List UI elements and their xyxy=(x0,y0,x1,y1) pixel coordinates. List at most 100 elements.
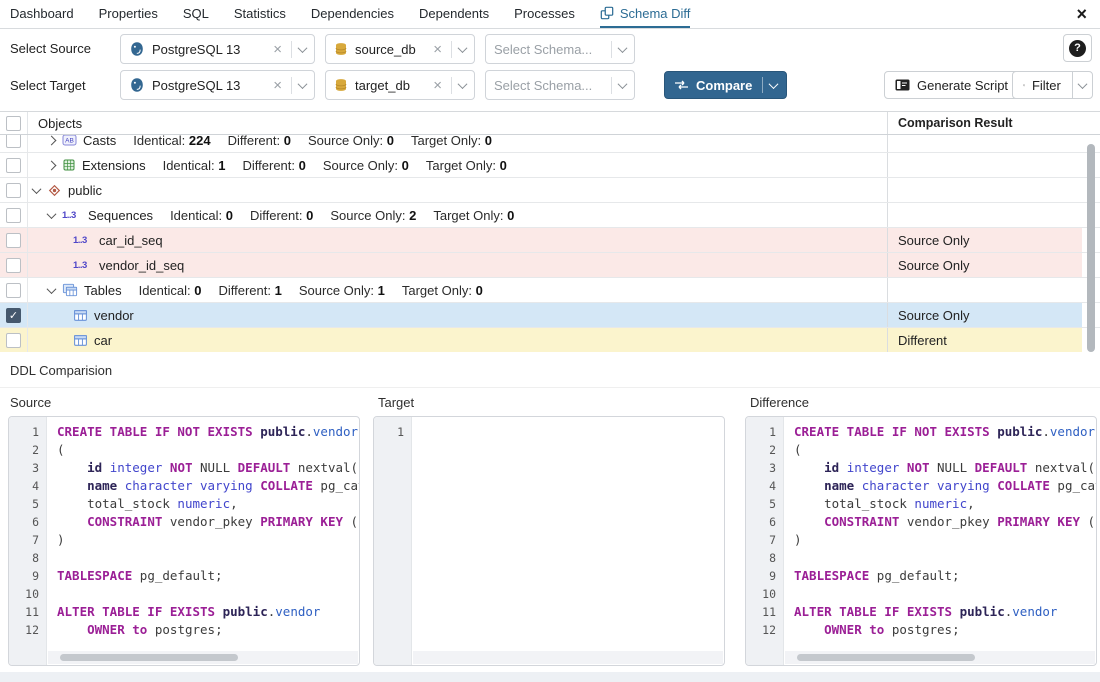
schema-diff-panel: Dashboard Properties SQL Statistics Depe… xyxy=(0,0,1100,682)
source-database-select[interactable]: source_db × xyxy=(325,34,475,64)
table-icon xyxy=(73,333,88,348)
count-sourceonly: Source Only: 0 xyxy=(323,158,409,173)
select-all-checkbox[interactable] xyxy=(6,116,21,131)
target-database-select[interactable]: target_db × xyxy=(325,70,475,100)
target-schema-select[interactable]: Select Schema... xyxy=(485,70,635,100)
schema-diff-icon xyxy=(600,6,614,20)
filter-button[interactable]: Filter xyxy=(1012,71,1093,99)
database-icon xyxy=(334,42,348,56)
count-sourceonly: Source Only: 2 xyxy=(330,208,416,223)
chevron-down-icon[interactable] xyxy=(458,79,468,89)
source-server-select[interactable]: PostgreSQL 13 × xyxy=(120,34,315,64)
clear-icon[interactable]: × xyxy=(273,78,282,93)
postgresql-icon xyxy=(129,41,145,57)
sequence-icon: 1..3 xyxy=(73,235,93,246)
objects-row-car[interactable]: car Different xyxy=(0,328,1100,352)
chevron-down-icon[interactable] xyxy=(47,284,57,294)
clear-icon[interactable]: × xyxy=(433,78,442,93)
chevron-down-icon[interactable] xyxy=(298,43,308,53)
row-checkbox[interactable] xyxy=(6,183,21,198)
source-schema-placeholder: Select Schema... xyxy=(494,42,604,57)
sequence-icon: 1..3 xyxy=(62,210,82,221)
objects-row-vendor_id_seq[interactable]: 1..3vendor_id_seq Source Only xyxy=(0,253,1100,278)
help-button[interactable]: ? xyxy=(1063,34,1092,62)
comparison-result-cell: Source Only xyxy=(888,253,1082,277)
chevron-down-icon[interactable] xyxy=(32,184,42,194)
row-checkbox[interactable] xyxy=(6,135,21,148)
ddl-comparison-title: DDL Comparision xyxy=(0,352,1100,388)
objects-row-Tables[interactable]: TablesIdentical: 0Different: 1Source Onl… xyxy=(0,278,1100,303)
object-label: car_id_seq xyxy=(99,233,163,248)
clear-icon[interactable]: × xyxy=(433,42,442,57)
comparison-result-cell xyxy=(888,153,1082,177)
source-database-value: source_db xyxy=(355,42,431,57)
horizontal-scrollbar-track xyxy=(413,651,723,664)
sql-code[interactable]: CREATE TABLE IF NOT EXISTS public.vendor… xyxy=(48,417,359,647)
compare-button[interactable]: Compare xyxy=(664,71,787,99)
sql-code[interactable]: CREATE TABLE IF NOT EXISTS public.vendor… xyxy=(785,417,1096,647)
comparison-result-column-header: Comparison Result xyxy=(888,116,1082,130)
filter-icon xyxy=(1023,79,1025,92)
divider xyxy=(451,77,452,94)
target-server-value: PostgreSQL 13 xyxy=(152,78,271,93)
extension-icon xyxy=(62,158,76,172)
chevron-down-icon[interactable] xyxy=(1078,79,1088,89)
chevron-down-icon[interactable] xyxy=(458,43,468,53)
chevron-down-icon[interactable] xyxy=(618,43,628,53)
tab-dependents[interactable]: Dependents xyxy=(419,0,489,28)
object-label: Extensions xyxy=(82,158,146,173)
source-schema-select[interactable]: Select Schema... xyxy=(485,34,635,64)
comparison-result-cell: Source Only xyxy=(888,228,1082,252)
vertical-scrollbar[interactable] xyxy=(1087,144,1095,352)
tab-properties[interactable]: Properties xyxy=(99,0,158,28)
objects-row-Sequences[interactable]: 1..3SequencesIdentical: 0Different: 0Sou… xyxy=(0,203,1100,228)
tab-dependencies[interactable]: Dependencies xyxy=(311,0,394,28)
row-checkbox[interactable] xyxy=(6,283,21,298)
casts-icon: AB xyxy=(62,135,77,147)
count-targetonly: Target Only: 0 xyxy=(402,283,483,298)
chevron-down-icon[interactable] xyxy=(769,79,779,89)
sequence-icon: 1..3 xyxy=(73,260,93,271)
objects-row-Extensions[interactable]: ExtensionsIdentical: 1Different: 0Source… xyxy=(0,153,1100,178)
target-database-value: target_db xyxy=(355,78,431,93)
comparison-grid: Objects Comparison Result ABCastsIdentic… xyxy=(0,111,1100,352)
tab-processes[interactable]: Processes xyxy=(514,0,575,28)
horizontal-scrollbar[interactable] xyxy=(60,654,238,661)
row-checkbox[interactable] xyxy=(6,233,21,248)
count-sourceonly: Source Only: 1 xyxy=(299,283,385,298)
target-server-select[interactable]: PostgreSQL 13 × xyxy=(120,70,315,100)
objects-row-car_id_seq[interactable]: 1..3 car_id_seq Source Only xyxy=(0,228,1100,253)
count-targetonly: Target Only: 0 xyxy=(433,208,514,223)
row-checkbox[interactable] xyxy=(6,208,21,223)
compare-arrows-icon xyxy=(674,80,689,90)
close-icon[interactable]: × xyxy=(1076,3,1087,25)
chevron-right-icon[interactable] xyxy=(47,135,57,145)
row-checkbox[interactable] xyxy=(6,158,21,173)
row-checkbox[interactable] xyxy=(6,258,21,273)
tab-statistics[interactable]: Statistics xyxy=(234,0,286,28)
object-label: Casts xyxy=(83,135,116,148)
tab-sql[interactable]: SQL xyxy=(183,0,209,28)
objects-row-vendor[interactable]: ✓ vendor Source Only xyxy=(0,303,1100,328)
tab-dashboard[interactable]: Dashboard xyxy=(10,0,74,28)
chevron-down-icon[interactable] xyxy=(47,209,57,219)
ddl-pane-difference[interactable]: 123456789101112 CREATE TABLE IF NOT EXIS… xyxy=(745,416,1097,666)
row-checkbox[interactable] xyxy=(6,333,21,348)
objects-column-header: Objects xyxy=(28,112,888,134)
tab-schema-diff[interactable]: Schema Diff xyxy=(600,0,691,28)
pane-header-target: Target xyxy=(378,395,414,410)
sql-code[interactable] xyxy=(413,417,724,647)
clear-icon[interactable]: × xyxy=(273,42,282,57)
horizontal-scrollbar[interactable] xyxy=(797,654,975,661)
objects-row-public[interactable]: public xyxy=(0,178,1100,203)
ddl-pane-source[interactable]: 123456789101112 CREATE TABLE IF NOT EXIS… xyxy=(8,416,360,666)
generate-script-button[interactable]: Generate Script xyxy=(884,71,1019,99)
pane-header-difference: Difference xyxy=(750,395,809,410)
row-checkbox[interactable]: ✓ xyxy=(6,308,21,323)
chevron-down-icon[interactable] xyxy=(298,79,308,89)
ddl-pane-target[interactable]: 1 xyxy=(373,416,725,666)
objects-row-Casts[interactable]: ABCastsIdentical: 224Different: 0Source … xyxy=(0,135,1100,153)
line-number-gutter: 123456789101112 xyxy=(9,417,47,665)
chevron-right-icon[interactable] xyxy=(47,160,57,170)
chevron-down-icon[interactable] xyxy=(618,79,628,89)
